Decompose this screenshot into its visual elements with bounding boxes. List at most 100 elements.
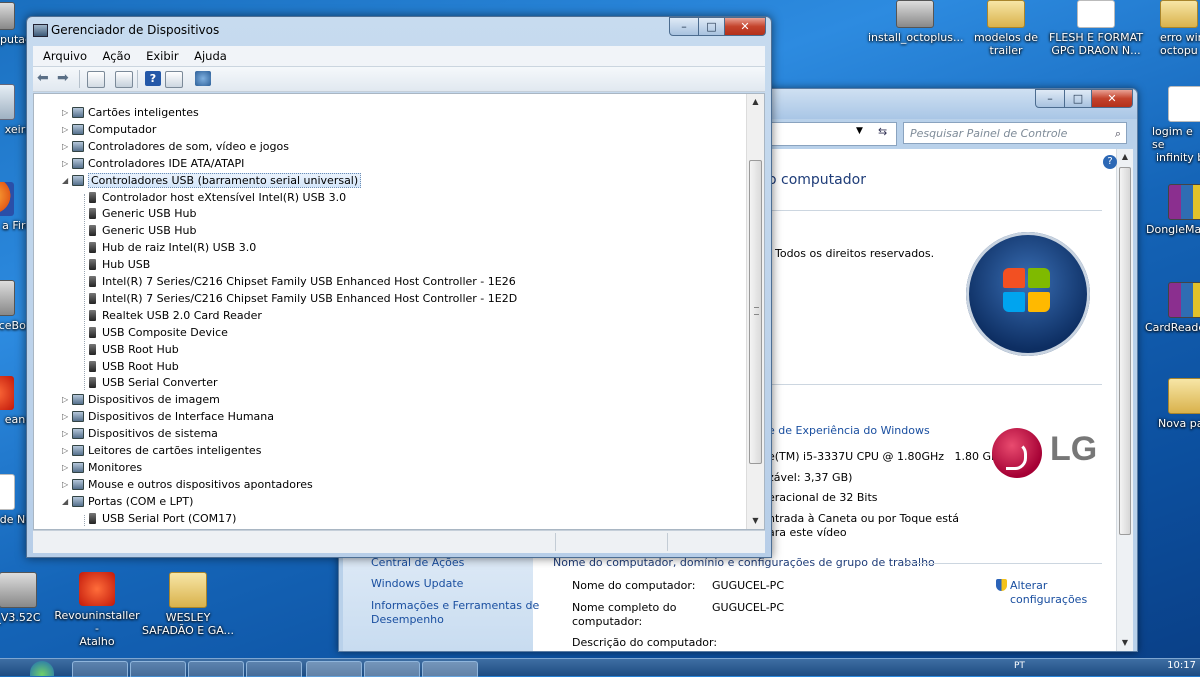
expand-arrow-icon[interactable]: ▷ [62,408,72,425]
tree-category[interactable]: ▷ Computador [62,121,156,138]
tree-device[interactable]: USB Root Hub [86,358,179,375]
expand-arrow-icon[interactable]: ▷ [62,476,72,493]
help-icon[interactable]: ? [145,71,161,86]
tree-device[interactable]: Generic USB Hub [86,205,196,222]
tree-category[interactable]: ▷ Mouse e outros dispositivos apontadores [62,476,313,493]
desktop-icon-cardreader[interactable]: CardReader [1144,282,1200,334]
tree-item-label: Mouse e outros dispositivos apontadores [88,477,313,491]
tree-item-label: Controladores de som, vídeo e jogos [88,139,289,153]
tree-category[interactable]: ▷ Dispositivos de imagem [62,391,220,408]
tree-device[interactable]: Hub USB [86,256,150,273]
expand-arrow-icon[interactable]: ▷ [62,442,72,459]
windows-experience-link[interactable]: e de Experiência do Windows [768,424,930,437]
desktop-icon-wesley[interactable]: WESLEY SAFADÃO E GA... [140,572,236,637]
change-settings-link-2[interactable]: configurações [1010,593,1087,606]
maximize-button[interactable]: □ [698,17,725,36]
expand-arrow-icon[interactable]: ▷ [62,121,72,138]
tree-item-label: Realtek USB 2.0 Card Reader [102,308,262,322]
scroll-up-arrow[interactable]: ▲ [1117,149,1133,165]
start-button[interactable] [30,661,54,676]
sidebar-link-desempenho[interactable]: Desempenho [371,613,444,626]
tree-device[interactable]: Hub de raiz Intel(R) USB 3.0 [86,239,256,256]
desktop-icon-logim[interactable]: logim e se infinity b [1146,86,1200,164]
desktop-icon-install-octoplus[interactable]: install_octoplus... [868,0,963,44]
sidebar-link-informacoes[interactable]: Informações e Ferramentas de [371,599,539,612]
expand-arrow-icon[interactable]: ▷ [62,425,72,442]
close-button[interactable]: ✕ [724,17,766,36]
language-indicator[interactable]: PT [1014,661,1025,671]
change-settings-link-1[interactable]: Alterar [1010,579,1047,592]
scan-hardware-icon[interactable] [195,71,211,86]
properties-icon[interactable] [87,71,105,88]
tree-item-label: USB Serial Port (COM17) [102,511,237,525]
expand-arrow-icon[interactable]: ▷ [62,104,72,121]
clock[interactable]: 10:17 [1167,660,1196,671]
tree-category[interactable]: ▷ Controladores IDE ATA/ATAPI [62,155,244,172]
desktop-icon-donglemar[interactable]: DongleMar [1144,184,1200,236]
sidebar-link-windows-update[interactable]: Windows Update [371,577,463,590]
scroll-down-arrow[interactable]: ▼ [1117,635,1133,651]
firefox-icon [0,182,14,216]
menu-exibir[interactable]: Exibir [140,46,185,66]
expand-arrow-icon[interactable]: ▷ [62,155,72,172]
close-button[interactable]: ✕ [1091,89,1133,108]
collapse-arrow-icon[interactable]: ◢ [62,172,72,189]
folder-icon [987,0,1025,28]
document-icon [1168,86,1200,122]
scrollbar[interactable]: ? ▲ ▼ [1103,149,1133,651]
scroll-thumb[interactable] [1119,167,1131,535]
divider [768,384,1102,385]
scroll-thumb[interactable] [749,160,762,464]
desktop-icon-nova-pasta[interactable]: Nova pa [1150,378,1200,430]
expand-arrow-icon[interactable]: ▷ [62,391,72,408]
tree-category[interactable]: ◢ Portas (COM e LPT) [62,493,193,510]
tree-item-label: Controlador host eXtensível Intel(R) USB… [102,190,347,204]
device-manager-icon [33,24,48,37]
chevron-down-icon[interactable]: ▼ [856,126,863,136]
maximize-button[interactable]: □ [1064,89,1092,108]
tree-category[interactable]: ▷ Monitores [62,459,142,476]
tree-device[interactable]: USB Root Hub [86,341,179,358]
menu-arquivo[interactable]: Arquivo [37,46,93,66]
desktop-icon-flesh-format[interactable]: FLESH E FORMAT GPG DRAON N... [1046,0,1146,57]
search-input[interactable]: Pesquisar Painel de Controle ⌕ [903,122,1127,144]
desktop-icon-modelos-trailer[interactable]: modelos de trailer [966,0,1046,57]
device-category-icon [72,394,84,406]
device-manager-window[interactable]: Gerenciador de Dispositivos – □ ✕ Arquiv… [26,16,772,558]
refresh-icon[interactable]: ⇆ [878,125,887,138]
back-arrow-icon[interactable]: ⬅ [37,71,53,86]
pen-touch-value-1: ntrada à Caneta ou por Toque está [768,512,959,525]
forward-arrow-icon[interactable]: ➡ [57,71,73,86]
scroll-down-arrow[interactable]: ▼ [747,513,764,529]
minimize-button[interactable]: – [1035,89,1065,108]
vertical-scrollbar[interactable]: ▲ ▼ [746,94,764,529]
tree-category[interactable]: ▷ Dispositivos de Interface Humana [62,408,274,425]
device-list-icon[interactable] [165,71,183,88]
scroll-up-arrow[interactable]: ▲ [747,94,764,110]
tree-category[interactable]: ▷ Dispositivos de sistema [62,425,218,442]
help-icon[interactable]: ? [1103,155,1117,169]
tree-device[interactable]: Intel(R) 7 Series/C216 Chipset Family US… [86,273,516,290]
tree-device[interactable]: Generic USB Hub [86,222,196,239]
tree-device[interactable]: USB Serial Converter [86,374,217,391]
tree-device[interactable]: USB Serial Port (COM17) [86,510,236,527]
tree-device[interactable]: USB Composite Device [86,324,228,341]
desktop-icon-erro-win[interactable]: erro win octopu [1146,0,1200,57]
tree-device[interactable]: Realtek USB 2.0 Card Reader [86,307,262,324]
view-icon[interactable] [115,71,133,88]
tree-category[interactable]: ▷ Cartões inteligentes [62,104,199,121]
menu-acao[interactable]: Ação [97,46,137,66]
tree-category[interactable]: ▷ Leitores de cartões inteligentes [62,442,261,459]
tree-device[interactable]: Controlador host eXtensível Intel(R) USB… [86,189,346,206]
minimize-button[interactable]: – [669,17,699,36]
desktop-icon-revouninstaller[interactable]: Revouninstaller - Atalho [52,572,142,648]
tree-category[interactable]: ▷ Controladores de som, vídeo e jogos [62,138,289,155]
desktop-icon-v352c[interactable]: _V3.52C [0,572,58,624]
menu-ajuda[interactable]: Ajuda [188,46,233,66]
tree-device[interactable]: Intel(R) 7 Series/C216 Chipset Family US… [86,290,517,307]
expand-arrow-icon[interactable]: ▷ [62,138,72,155]
collapse-arrow-icon[interactable]: ◢ [62,493,72,510]
tree-category[interactable]: ◢ Controladores USB (barramento serial un… [62,172,362,189]
tree-item-label: Hub de raiz Intel(R) USB 3.0 [102,241,257,255]
expand-arrow-icon[interactable]: ▷ [62,459,72,476]
